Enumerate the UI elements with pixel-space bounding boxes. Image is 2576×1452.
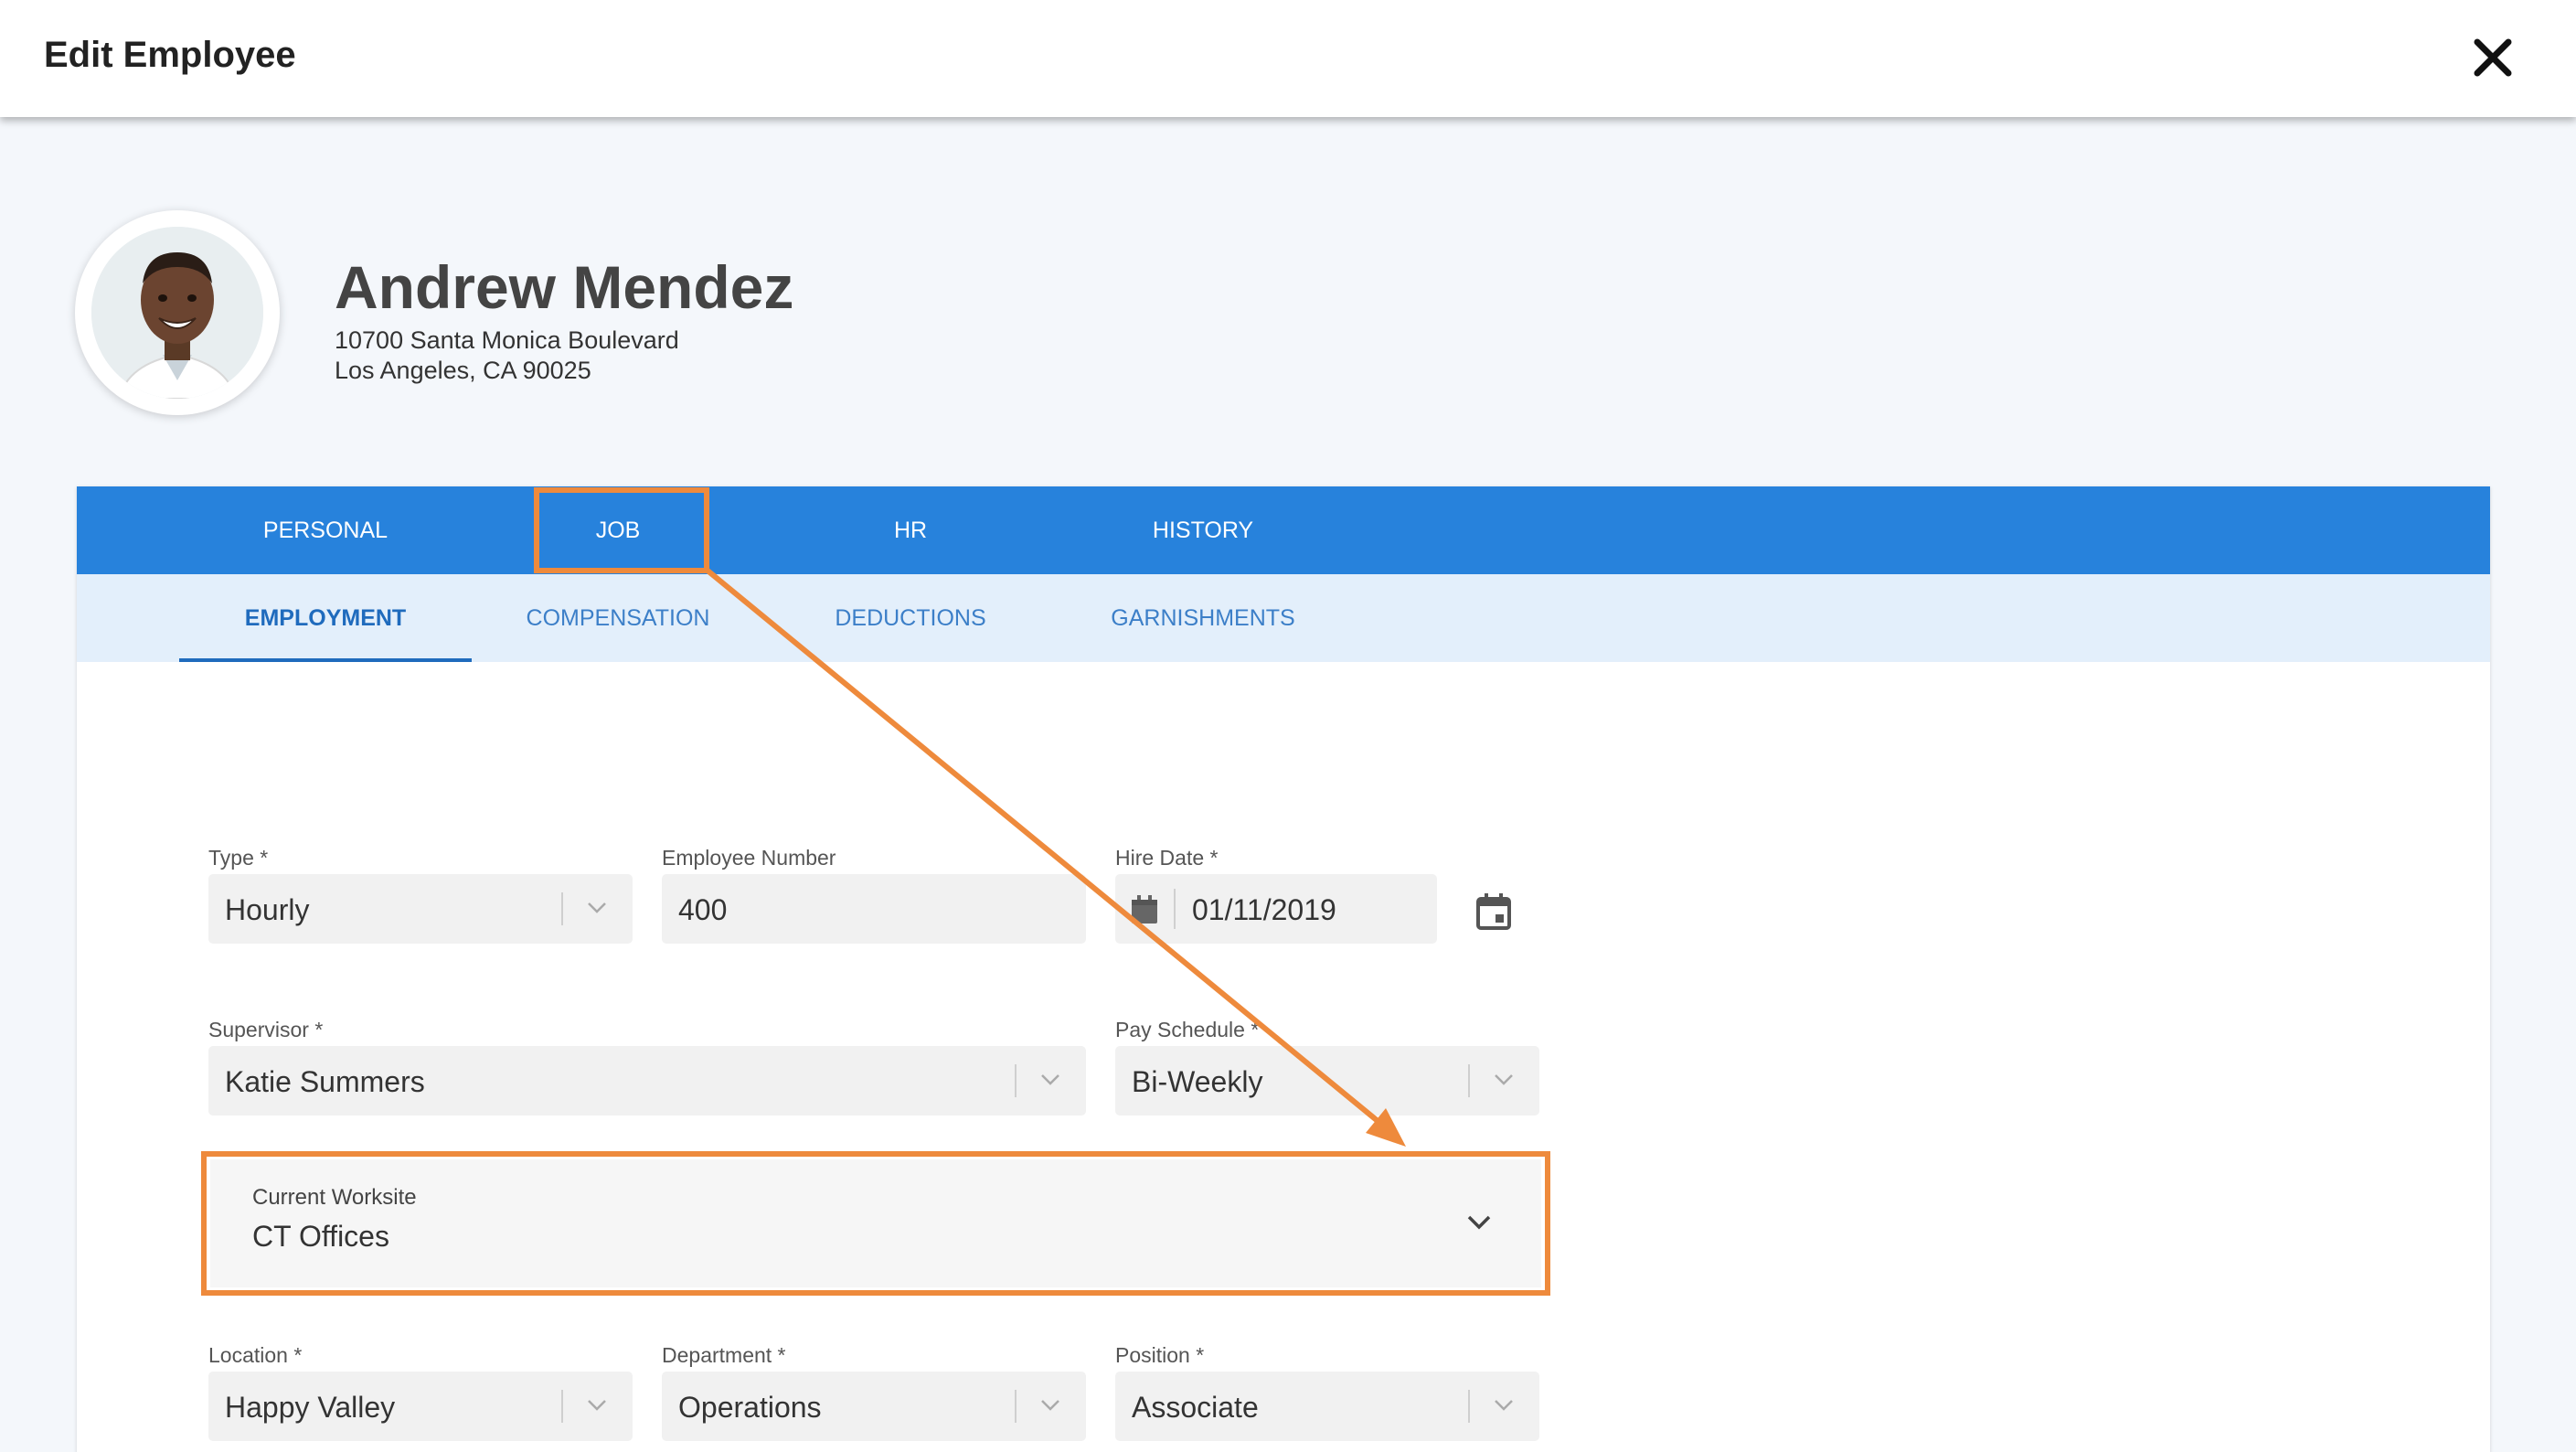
select-divider	[561, 1390, 563, 1423]
subtab-compensation[interactable]: COMPENSATION	[472, 605, 764, 632]
avatar	[91, 227, 263, 399]
chevron-down-icon	[1495, 1400, 1513, 1411]
department-select[interactable]: Operations	[662, 1372, 1086, 1441]
dialog-title: Edit Employee	[44, 35, 296, 75]
subtab-deductions[interactable]: DEDUCTIONS	[764, 605, 1057, 632]
pay-schedule-select[interactable]: Bi-Weekly	[1115, 1046, 1539, 1116]
pay-schedule-label: Pay Schedule *	[1115, 1018, 1260, 1041]
supervisor-label: Supervisor *	[208, 1018, 324, 1041]
pay-schedule-value: Bi-Weekly	[1132, 1065, 1263, 1098]
chevron-down-icon	[588, 902, 606, 913]
employee-number-label: Employee Number	[662, 846, 836, 870]
employee-name: Andrew Mendez	[335, 253, 794, 321]
location-value: Happy Valley	[225, 1391, 396, 1424]
position-select[interactable]: Associate	[1115, 1372, 1539, 1441]
tab-personal[interactable]: PERSONAL	[188, 518, 463, 544]
subtab-garnishments[interactable]: GARNISHMENTS	[1057, 605, 1349, 632]
avatar-frame	[75, 210, 280, 415]
dialog-header: Edit Employee	[0, 0, 2576, 117]
employee-number-value: 400	[678, 893, 728, 926]
close-icon[interactable]	[2472, 37, 2514, 79]
position-label: Position *	[1115, 1343, 1205, 1367]
chevron-down-icon	[1495, 1074, 1513, 1085]
sub-tab-bar: EMPLOYMENT COMPENSATION DEDUCTIONS GARNI…	[77, 574, 2490, 662]
chevron-down-icon	[588, 1400, 606, 1411]
select-divider	[1468, 1390, 1470, 1423]
employee-address-line1: 10700 Santa Monica Boulevard	[335, 326, 679, 354]
supervisor-value: Katie Summers	[225, 1065, 425, 1098]
type-label: Type *	[208, 846, 269, 870]
select-divider	[1015, 1390, 1017, 1423]
calendar-icon[interactable]	[1475, 892, 1512, 931]
hire-date-value: 01/11/2019	[1192, 893, 1336, 926]
chevron-down-icon	[1041, 1074, 1059, 1085]
job-tab-highlight	[534, 487, 709, 573]
main-tab-bar: PERSONAL JOB HR HISTORY	[77, 486, 2490, 574]
tab-hr[interactable]: HR	[773, 518, 1048, 544]
active-subtab-indicator	[179, 658, 472, 662]
worksite-highlight	[201, 1151, 1550, 1296]
supervisor-select[interactable]: Katie Summers	[208, 1046, 1086, 1116]
type-value: Hourly	[225, 893, 310, 926]
hire-date-input[interactable]: 01/11/2019	[1115, 874, 1437, 944]
select-divider	[561, 892, 563, 925]
employee-form-card: PERSONAL JOB HR HISTORY EMPLOYMENT COMPE…	[77, 486, 2490, 1452]
employee-address-line2: Los Angeles, CA 90025	[335, 357, 591, 384]
calendar-small-icon	[1132, 895, 1157, 924]
employee-number-input[interactable]: 400	[662, 874, 1086, 944]
location-label: Location *	[208, 1343, 303, 1367]
department-value: Operations	[678, 1391, 822, 1424]
chevron-down-icon	[1041, 1400, 1059, 1411]
hire-date-label: Hire Date *	[1115, 846, 1219, 870]
type-select[interactable]: Hourly	[208, 874, 633, 944]
position-value: Associate	[1132, 1391, 1259, 1424]
department-label: Department *	[662, 1343, 786, 1367]
date-divider	[1174, 889, 1176, 929]
location-select[interactable]: Happy Valley	[208, 1372, 633, 1441]
select-divider	[1468, 1064, 1470, 1097]
subtab-employment[interactable]: EMPLOYMENT	[179, 605, 472, 632]
tab-history[interactable]: HISTORY	[1066, 518, 1340, 544]
select-divider	[1015, 1064, 1017, 1097]
